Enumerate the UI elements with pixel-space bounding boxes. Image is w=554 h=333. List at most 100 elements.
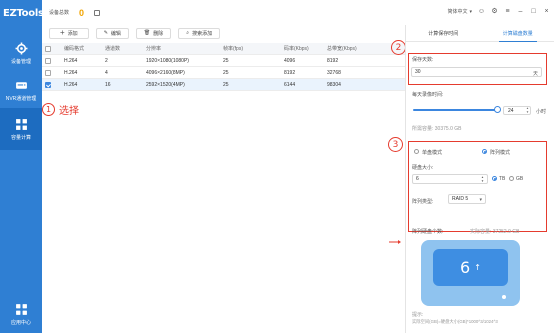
- unit-tb-radio[interactable]: [492, 176, 497, 181]
- save-days-label: 保存天数:: [412, 57, 434, 63]
- raid-type-select[interactable]: RAID 5 ▾: [448, 194, 486, 204]
- step-number-badge: 1: [42, 103, 55, 116]
- close-icon[interactable]: ×: [543, 8, 550, 15]
- table-cell: 25: [223, 82, 229, 88]
- array-mode-radio[interactable]: [482, 149, 487, 154]
- sidebar-item-label: 应用中心: [10, 319, 31, 326]
- array-mode-label: 阵列模式: [490, 150, 511, 156]
- settings-icon[interactable]: ⚙: [491, 8, 498, 15]
- column-header: 码率(Kbps): [284, 46, 309, 52]
- table-cell: 25: [223, 70, 229, 76]
- raid-type-value: RAID 5: [452, 196, 469, 202]
- edit-label: 编辑: [110, 30, 121, 37]
- sidebar-item-capacity-calc[interactable]: 容量计算: [0, 108, 42, 150]
- sidebar-item-label: 容量计算: [10, 134, 31, 141]
- table-row[interactable]: H.264 2 1920×1080(1080P) 25 4096 8192: [42, 55, 405, 67]
- sidebar-item-device-management[interactable]: 设备管理: [0, 32, 42, 74]
- table-cell: 2592×1520(4MP): [146, 82, 185, 88]
- device-total-count: 0: [79, 7, 85, 18]
- sidebar: EZTools 设备管理 NVR通道管理 容量计算 应用中心: [0, 0, 44, 333]
- disk-size-label: 硬盘大小:: [412, 165, 434, 171]
- table-row[interactable]: H.264 4 4096×2160(8MP) 25 8192 32768: [42, 67, 405, 79]
- record-hours-value: 24: [508, 107, 514, 114]
- window-controls: 简体中文 ▾ ☺ ⚙ ≡ – □ ×: [447, 8, 550, 15]
- tab-label: 计算磁盘数量: [502, 30, 533, 37]
- table-cell: H.264: [64, 58, 78, 64]
- record-hours-slider[interactable]: [413, 109, 497, 111]
- single-mode-radio[interactable]: [414, 149, 419, 154]
- table-cell: 4096×2160(8MP): [146, 70, 185, 76]
- tab-calc-disk-count[interactable]: 计算磁盘数量: [481, 25, 554, 42]
- toolbar: + 添加 ✎ 编辑 🗑 删除 ⌕ 搜索添加: [42, 25, 405, 41]
- table-cell: 6144: [284, 82, 296, 88]
- tab-calc-save-time[interactable]: 计算保存时间: [406, 25, 481, 41]
- table-header: 编码格式 通道数 分辨率 帧率(fps) 码率(Kbps) 总带宽(Kbps): [42, 43, 405, 55]
- app-name: EZTools: [3, 7, 44, 19]
- stepper-arrows-icon[interactable]: ▲ ▼: [481, 175, 484, 183]
- device-total-label: 设备总数: [49, 10, 70, 16]
- disk-count-value: 6: [460, 258, 471, 277]
- record-hours-label: 每天录像时间:: [412, 92, 444, 98]
- annotation-arrow-icon: [389, 240, 401, 244]
- sidebar-item-app-center[interactable]: 应用中心: [0, 293, 42, 333]
- raid-type-label: 阵列类型:: [412, 199, 434, 205]
- row-checkbox[interactable]: [45, 70, 51, 76]
- edit-icon: ✎: [103, 30, 108, 36]
- sidebar-item-label: 设备管理: [10, 58, 31, 65]
- annotation-text: 选择: [59, 106, 79, 117]
- required-capacity-text: 所需容量: 30375.0 GB: [412, 126, 462, 132]
- record-hours-slider-handle[interactable]: [494, 106, 501, 113]
- maximize-icon[interactable]: □: [530, 8, 537, 15]
- language-value: 简体中文: [447, 9, 468, 15]
- table-cell: 8192: [284, 70, 296, 76]
- logo: EZTools: [0, 0, 44, 26]
- table-row-selected[interactable]: H.264 16 2592×1520(4MP) 25 6144 98304: [42, 79, 405, 91]
- table-cell: 4096: [284, 58, 296, 64]
- row-checkbox[interactable]: [45, 58, 51, 64]
- delete-button[interactable]: 🗑 删除: [135, 27, 172, 39]
- table-cell: 4: [105, 70, 108, 76]
- table-cell: 16: [105, 82, 111, 88]
- device-list-icon[interactable]: [94, 9, 101, 16]
- nvr-icon: [15, 81, 27, 89]
- language-select[interactable]: 简体中文 ▾: [447, 8, 472, 16]
- minimize-icon[interactable]: –: [517, 8, 524, 15]
- edit-button[interactable]: ✎ 编辑: [95, 27, 129, 39]
- trash-icon: 🗑: [143, 30, 151, 36]
- sidebar-item-nvr-channels[interactable]: NVR通道管理: [0, 69, 42, 111]
- arrow-up-icon: ↑: [474, 263, 481, 272]
- table-cell: 2: [105, 58, 108, 64]
- select-all-checkbox[interactable]: [45, 46, 51, 52]
- stepper-arrows-icon[interactable]: ▲ ▼: [526, 106, 529, 114]
- table-cell: 25: [223, 58, 229, 64]
- unit-tb-label: TB: [499, 176, 506, 182]
- add-button[interactable]: + 添加: [49, 27, 89, 39]
- annotation-step1: 1 选择: [42, 102, 79, 117]
- search-add-button[interactable]: ⌕ 搜索添加: [178, 27, 221, 39]
- disk-led-icon: [502, 295, 506, 299]
- column-header: 总带宽(Kbps): [327, 46, 357, 52]
- save-days-input[interactable]: 30 天: [411, 67, 542, 77]
- user-icon[interactable]: ☺: [478, 8, 485, 15]
- disk-size-input[interactable]: 6 ▲ ▼: [412, 174, 488, 184]
- save-days-unit: 天: [532, 71, 538, 77]
- plus-icon: +: [60, 28, 65, 37]
- column-header: 通道数: [105, 46, 121, 52]
- app-window: EZTools 设备管理 NVR通道管理 容量计算 应用中心 设备总数 0 简体…: [0, 0, 554, 333]
- record-hours-stepper[interactable]: 24 ▲ ▼: [503, 106, 531, 115]
- disk-size-value: 6: [416, 176, 419, 182]
- annotation-step3-badge: 3: [388, 137, 403, 152]
- row-checkbox-checked[interactable]: [45, 82, 51, 88]
- chevron-down-icon: ▾: [479, 197, 482, 203]
- sidebar-item-label: NVR通道管理: [5, 95, 37, 102]
- table-cell: 98304: [327, 82, 341, 88]
- tip-text: 实际空间(GB)=硬盘大小(GB)*1000^3/1024^3: [412, 319, 498, 324]
- actual-capacity-text: 实际容量: 37252.9 GB: [470, 229, 520, 235]
- record-hours-unit: 小时: [536, 109, 547, 115]
- table-cell: 1920×1080(1080P): [146, 58, 189, 64]
- annotation-step2-badge: 2: [391, 40, 406, 55]
- disk-count-label: 阵列硬盘个数:: [412, 229, 444, 235]
- menu-icon[interactable]: ≡: [504, 8, 511, 15]
- unit-gb-radio[interactable]: [509, 176, 514, 181]
- disk-illustration: 6 ↑: [421, 240, 520, 306]
